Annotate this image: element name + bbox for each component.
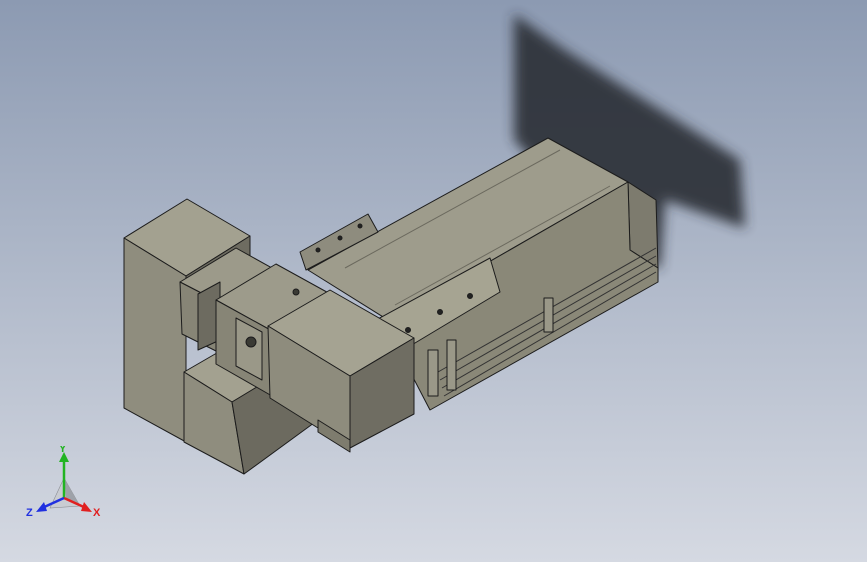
bolt-hole	[357, 223, 363, 229]
z-axis-label: Z	[26, 507, 33, 519]
bolt-hole	[292, 288, 300, 296]
x-axis-label: X	[93, 507, 101, 519]
coordinate-triad[interactable]: Y X Z	[22, 446, 106, 526]
bolt-hole	[467, 293, 473, 299]
model-scene[interactable]	[0, 0, 867, 562]
x-axis-arrow	[81, 502, 92, 512]
y-axis-label: Y	[59, 446, 67, 455]
bolt-hole	[437, 309, 443, 315]
bolt-hole	[337, 235, 343, 241]
cad-3d-viewport[interactable]: Y X Z	[0, 0, 867, 562]
z-axis-arrow	[36, 502, 47, 512]
sensor-bracket-3	[427, 349, 439, 397]
shaft-hole	[245, 336, 257, 348]
sensor-bracket-1	[543, 297, 554, 333]
sensor-bracket-2	[446, 339, 457, 391]
bolt-hole	[315, 247, 321, 253]
bolt-hole	[405, 327, 411, 333]
